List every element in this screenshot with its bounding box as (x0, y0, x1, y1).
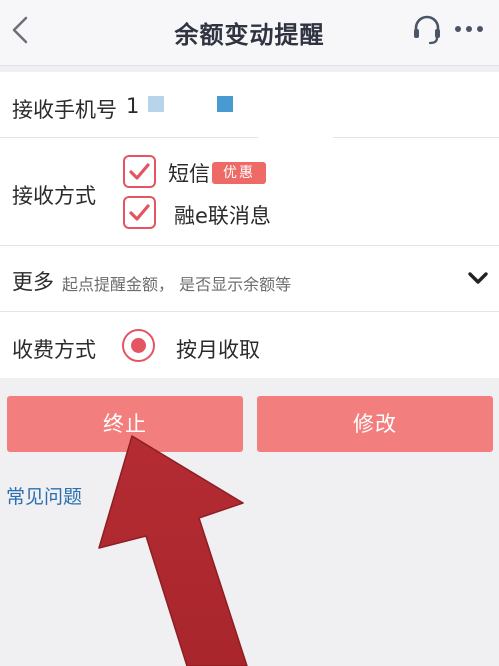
checkmark-icon (129, 204, 150, 221)
receive-method-label: 接收方式 (12, 184, 96, 208)
edit-button[interactable]: 修改 (257, 396, 493, 452)
more-dots-icon[interactable] (452, 18, 486, 40)
checkmark-icon (129, 163, 150, 180)
fee-method-label: 收费方式 (12, 338, 96, 362)
rongelian-option-label[interactable]: 融e联消息 (174, 200, 271, 230)
redaction-mask (148, 96, 164, 112)
faq-link[interactable]: 常见问题 (6, 482, 82, 509)
more-label: 更多 (12, 270, 54, 294)
fee-method-value[interactable]: 按月收取 (176, 334, 260, 364)
stop-button[interactable]: 终止 (7, 396, 243, 452)
receive-method-row: 接收方式 短信 融e联消息 (0, 138, 499, 246)
phone-label: 接收手机号 (12, 98, 117, 122)
more-options-row[interactable]: 更多 起点提醒金额， 是否显示余额等 (0, 246, 499, 312)
redaction-mask (258, 72, 333, 138)
phone-row[interactable]: 接收手机号 1 (0, 72, 499, 138)
rongelian-checkbox[interactable] (123, 196, 156, 229)
sms-checkbox[interactable] (123, 155, 156, 188)
phone-value: 1 (126, 94, 140, 118)
top-nav-bar: 余额变动提醒 (0, 0, 499, 66)
redaction-mask (217, 96, 233, 112)
discount-badge: 优惠 (212, 162, 266, 184)
headset-icon[interactable] (410, 12, 444, 46)
fee-method-row: 收费方式 按月收取 (0, 312, 499, 378)
sms-option-label[interactable]: 短信 (168, 158, 210, 188)
chevron-down-icon[interactable] (467, 270, 489, 286)
radio-selected-dot (131, 338, 146, 353)
more-subtitle: 起点提醒金额， 是否显示余额等 (62, 275, 292, 294)
monthly-fee-radio[interactable] (122, 329, 155, 362)
